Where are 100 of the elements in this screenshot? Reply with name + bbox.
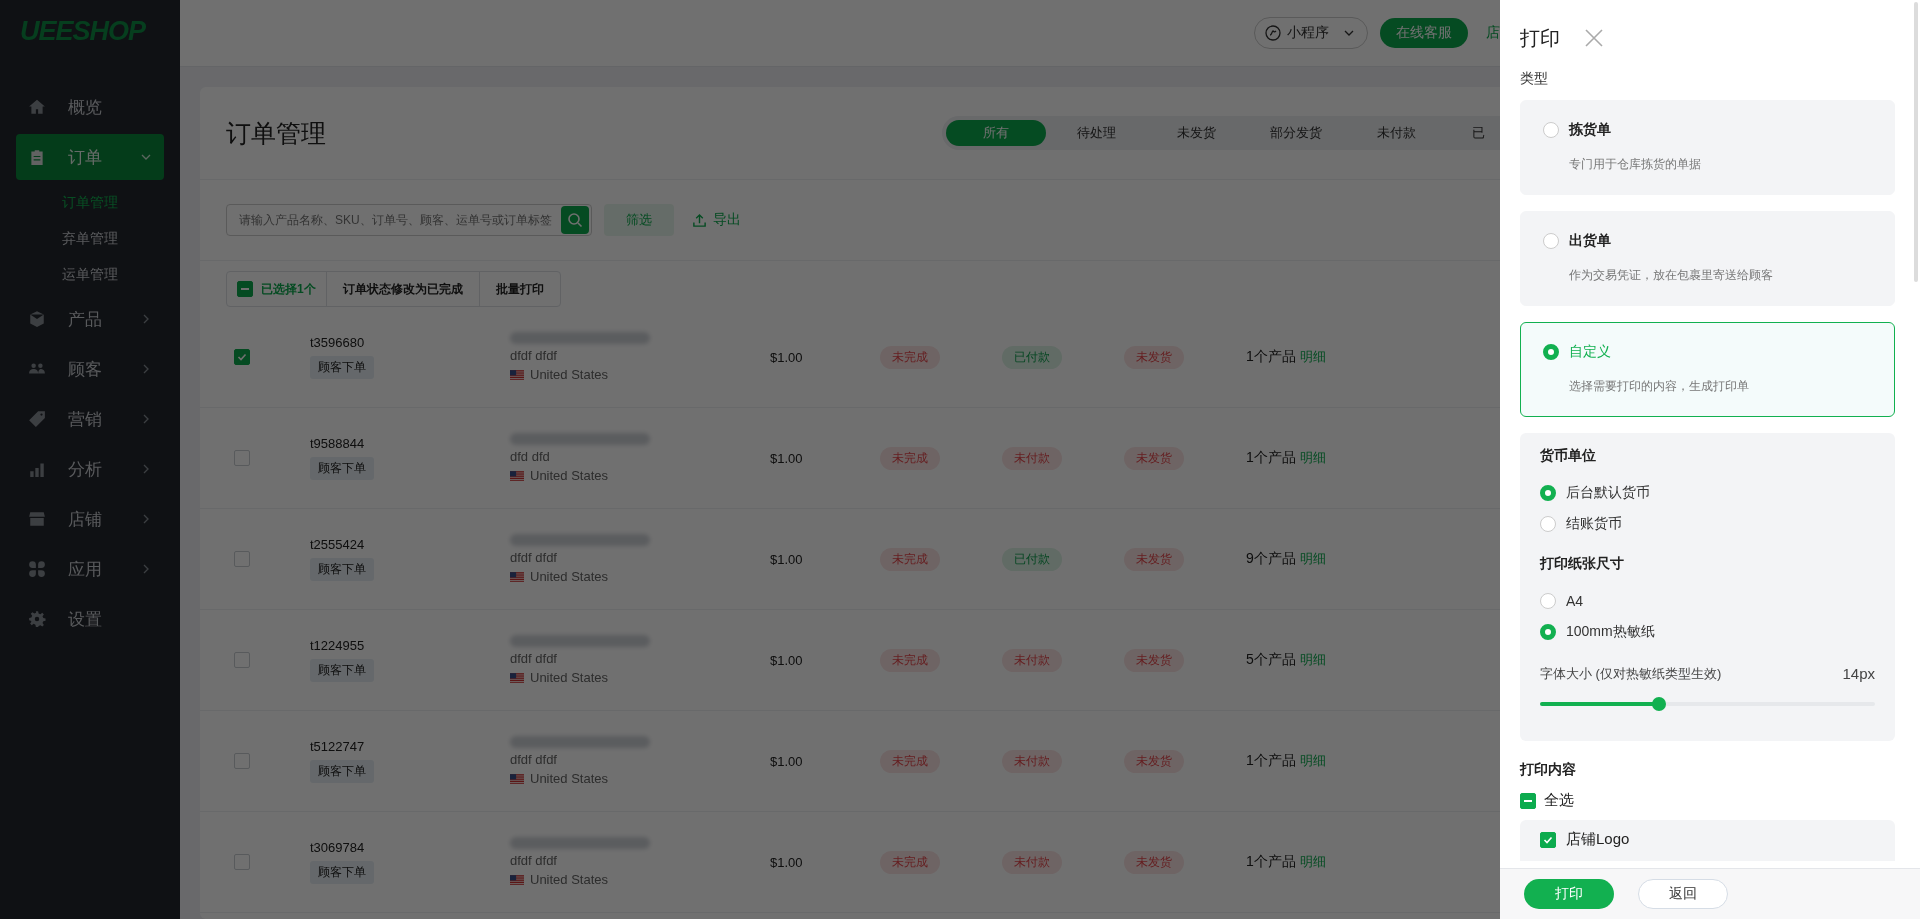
status-tag: 未付款: [1002, 850, 1062, 874]
status-tag: 未完成: [880, 749, 940, 773]
nav-item[interactable]: 订单: [16, 134, 164, 180]
status-tab[interactable]: 未发货: [1146, 120, 1246, 146]
row-checkbox[interactable]: [234, 753, 250, 769]
radio-button[interactable]: [1543, 344, 1559, 360]
filter-button[interactable]: 筛选: [604, 204, 674, 236]
search-button[interactable]: [561, 206, 589, 234]
order-price: $1.00: [770, 349, 804, 365]
panel-title: 打印: [1520, 25, 1560, 51]
order-number[interactable]: t1224955: [310, 638, 365, 653]
row-checkbox[interactable]: [234, 349, 250, 365]
currency-option[interactable]: 结账货币: [1540, 508, 1875, 539]
detail-link[interactable]: 明细: [1299, 449, 1326, 467]
status-tab[interactable]: 待处理: [1046, 120, 1146, 146]
nav-item[interactable]: 店铺: [16, 496, 164, 542]
nav-item[interactable]: 概览: [16, 84, 164, 130]
print-button[interactable]: 打印: [1524, 879, 1614, 909]
order-price: $1.00: [770, 551, 804, 567]
radio-button[interactable]: [1543, 233, 1559, 249]
batch-action-button[interactable]: 批量打印: [479, 272, 560, 306]
back-button[interactable]: 返回: [1638, 879, 1728, 909]
radio-button[interactable]: [1540, 592, 1556, 609]
row-checkbox[interactable]: [234, 450, 250, 466]
nav-item[interactable]: 分析: [16, 446, 164, 492]
row-checkbox[interactable]: [234, 652, 250, 668]
product-count: 9个产品: [1246, 550, 1296, 568]
order-number[interactable]: t3596680: [310, 335, 365, 350]
flag-icon: [510, 571, 524, 582]
nav-item[interactable]: 营销: [16, 396, 164, 442]
page-title: 订单管理: [226, 117, 326, 149]
type-option-card[interactable]: 自定义 选择需要打印的内容，生成打印单: [1520, 322, 1895, 417]
flag-icon: [510, 470, 524, 481]
select-all-option[interactable]: 全选: [1520, 791, 1895, 810]
flag-icon: [510, 369, 524, 380]
order-price: $1.00: [770, 753, 804, 769]
status-tag: 未完成: [880, 345, 940, 369]
batch-action-button[interactable]: 订单状态修改为已完成: [326, 272, 480, 306]
customer-name: dfdf dfdf: [510, 550, 558, 565]
select-all-checkbox[interactable]: [1520, 792, 1536, 809]
submenu-item[interactable]: 运单管理: [0, 256, 180, 292]
nav-icon: [28, 148, 46, 166]
order-number[interactable]: t2555424: [310, 537, 365, 552]
status-tag: 未完成: [880, 648, 940, 672]
paper-option[interactable]: 100mm热敏纸: [1540, 616, 1875, 647]
status-tab[interactable]: 部分发货: [1246, 120, 1346, 146]
order-number[interactable]: t5122747: [310, 739, 365, 754]
scrollbar[interactable]: [1914, 2, 1918, 282]
row-checkbox[interactable]: [234, 551, 250, 567]
detail-link[interactable]: 明细: [1299, 651, 1326, 669]
close-icon[interactable]: [1584, 28, 1604, 48]
type-option-card[interactable]: 出货单 作为交易凭证，放在包裹里寄送给顾客: [1520, 211, 1895, 306]
radio-button[interactable]: [1540, 484, 1556, 501]
radio-button[interactable]: [1540, 623, 1556, 640]
font-size-value: 14px: [1842, 665, 1875, 683]
detail-link[interactable]: 明细: [1299, 348, 1326, 366]
currency-option[interactable]: 后台默认货币: [1540, 477, 1875, 508]
type-option-card[interactable]: 拣货单 专门用于仓库拣货的单据: [1520, 100, 1895, 195]
select-all-checkbox[interactable]: [237, 281, 253, 297]
nav-icon: [28, 560, 46, 578]
radio-button[interactable]: [1543, 122, 1559, 138]
nav-item[interactable]: 顾客: [16, 346, 164, 392]
detail-link[interactable]: 明细: [1299, 550, 1326, 568]
flag-icon: [510, 874, 524, 885]
order-number[interactable]: t9588844: [310, 436, 365, 451]
row-checkbox[interactable]: [234, 854, 250, 870]
status-tab[interactable]: 未付款: [1346, 120, 1446, 146]
check-icon: [236, 351, 248, 363]
status-tab[interactable]: 所有: [946, 120, 1046, 146]
order-price: $1.00: [770, 652, 804, 668]
submenu-item[interactable]: 弃单管理: [0, 220, 180, 256]
online-service-button[interactable]: 在线客服: [1380, 18, 1468, 48]
status-tag: 已付款: [1002, 547, 1062, 571]
nav-item[interactable]: 设置: [16, 596, 164, 642]
option-title: 出货单: [1569, 232, 1611, 250]
nav-item[interactable]: 应用: [16, 546, 164, 592]
product-count: 1个产品: [1246, 853, 1296, 871]
order-price: $1.00: [770, 450, 804, 466]
search-field[interactable]: 请输入产品名称、SKU、订单号、顾客、运单号或订单标签: [226, 204, 592, 236]
source-tag: 顾客下单: [310, 861, 374, 884]
content-option[interactable]: 店铺Logo: [1540, 830, 1875, 849]
selection-count[interactable]: 已选择1个: [227, 272, 327, 306]
store-link[interactable]: 店: [1486, 24, 1500, 42]
country: United States: [530, 569, 609, 584]
slider-thumb[interactable]: [1652, 697, 1667, 711]
customer-name: dfdf dfdf: [510, 348, 558, 363]
option-description: 专门用于仓库拣货的单据: [1569, 156, 1702, 173]
option-title: 拣货单: [1569, 121, 1611, 139]
font-size-slider[interactable]: [1540, 697, 1875, 711]
status-tag: 未付款: [1002, 446, 1062, 470]
customer-name: dfd dfd: [510, 449, 551, 464]
detail-link[interactable]: 明细: [1299, 853, 1326, 871]
export-button[interactable]: 导出: [692, 211, 741, 229]
radio-button[interactable]: [1540, 515, 1556, 532]
option-title: 自定义: [1569, 343, 1611, 361]
detail-link[interactable]: 明细: [1299, 752, 1326, 770]
checkbox[interactable]: [1540, 831, 1556, 848]
order-number[interactable]: t3069784: [310, 840, 365, 855]
nav-item[interactable]: 产品: [16, 296, 164, 342]
paper-option[interactable]: A4: [1540, 585, 1875, 616]
